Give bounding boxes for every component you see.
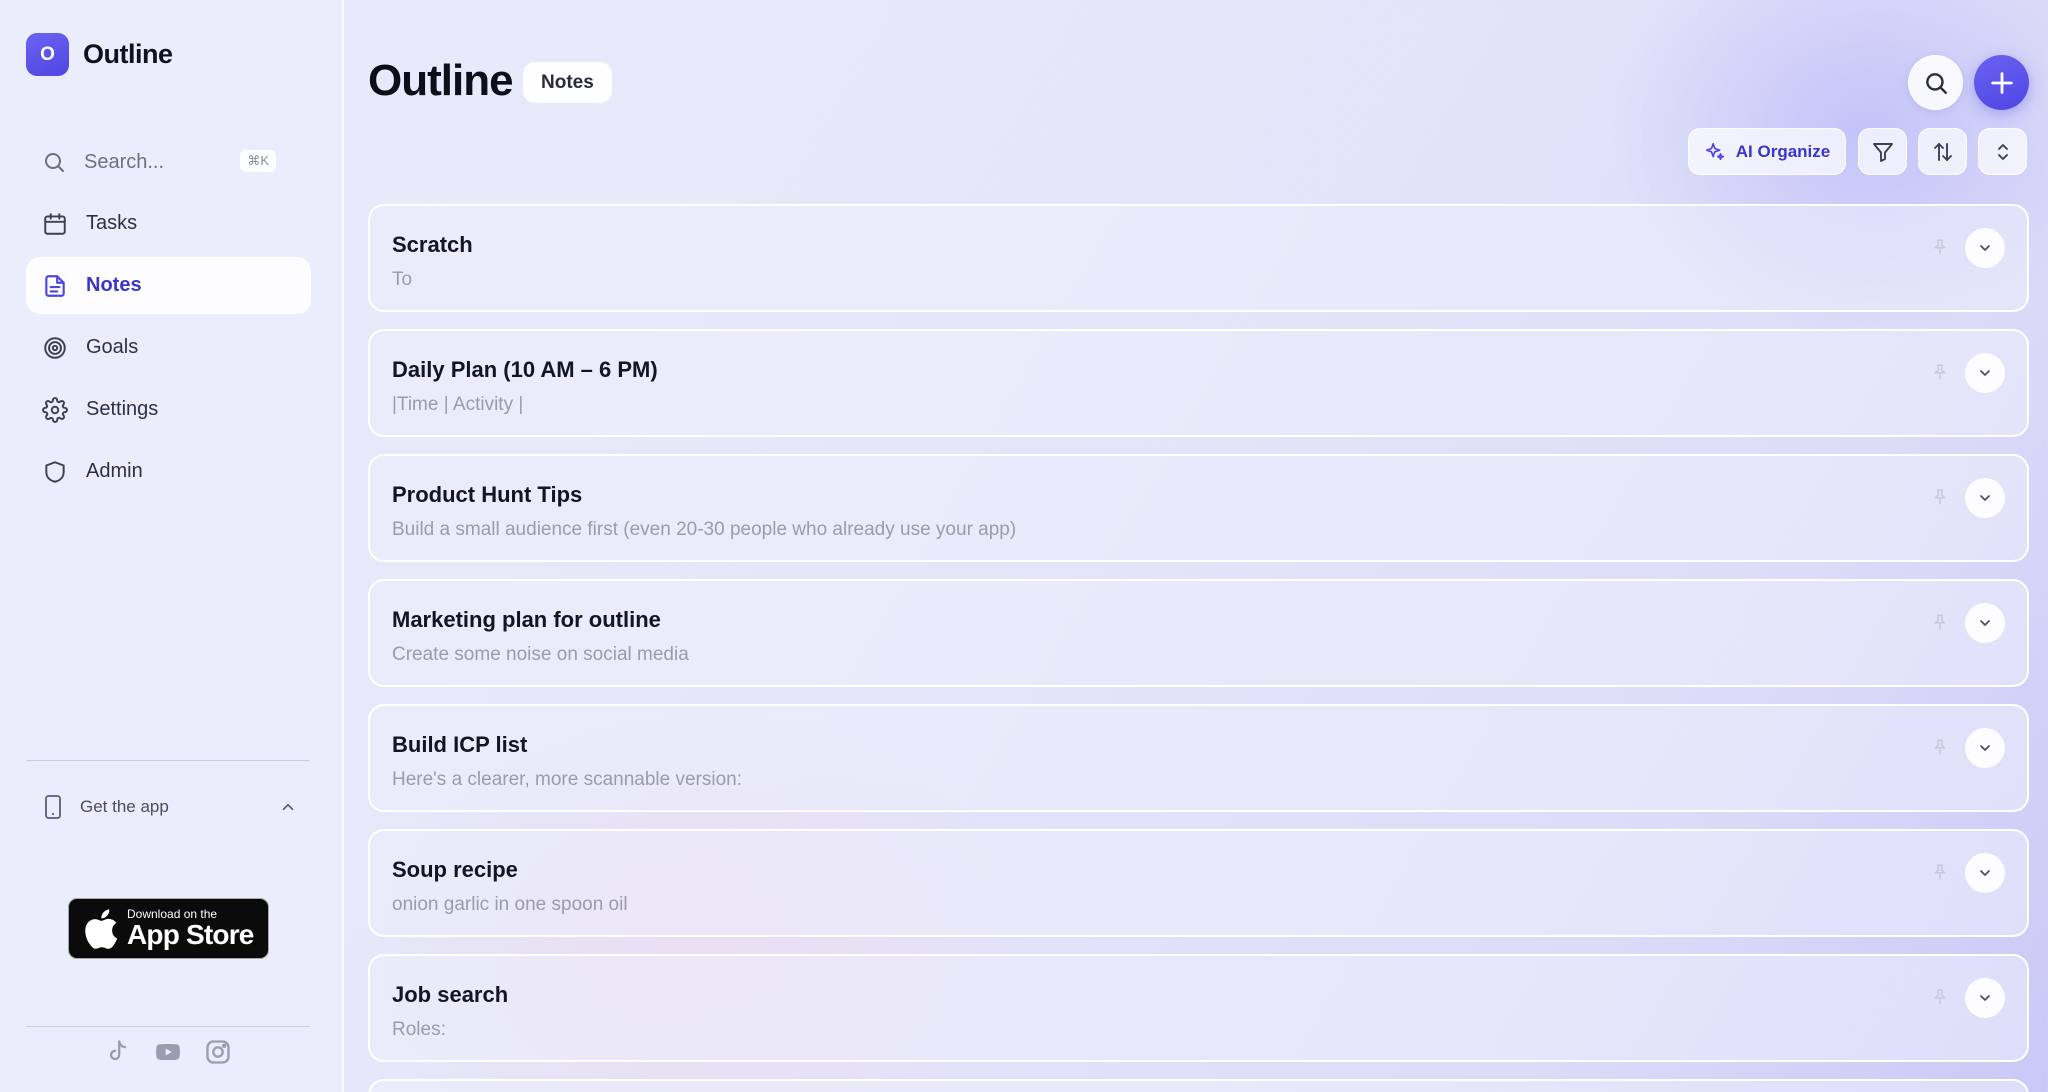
chevron-down-icon (1980, 495, 1990, 501)
social-links (104, 1038, 232, 1066)
pin-icon[interactable] (1931, 863, 1949, 881)
note-title: Build ICP list (392, 732, 528, 757)
ai-organize-button[interactable]: AI Organize (1688, 128, 1846, 175)
note-preview: Build a small audience first (even 20-30… (392, 519, 1017, 540)
target-icon (44, 336, 66, 359)
note-title: Product Hunt Tips (392, 482, 583, 507)
note-title: Daily Plan (10 AM – 6 PM) (392, 357, 658, 382)
sidebar-nav: Tasks Notes Goals Settings Admin (26, 195, 311, 505)
search-button[interactable] (1908, 55, 1963, 110)
gear-icon (42, 396, 68, 423)
note-icon (45, 274, 65, 297)
sidebar-item-label: Tasks (86, 212, 138, 234)
sidebar-item-label: Settings (86, 398, 159, 420)
chevrons-up-down-icon (1997, 143, 2008, 160)
sort-button[interactable] (1918, 128, 1967, 175)
expand-collapse-button[interactable] (1978, 128, 2027, 175)
expand-note-button[interactable] (1965, 353, 2005, 393)
note-preview: To (392, 269, 413, 290)
pin-icon[interactable] (1931, 238, 1949, 256)
note-title: Soup recipe (392, 857, 518, 882)
filter-icon (1872, 142, 1893, 162)
brand[interactable]: O Outline (26, 33, 173, 76)
sidebar-item-label: Admin (86, 460, 143, 482)
note-card[interactable]: Build ICP list Here's a clearer, more sc… (368, 704, 2029, 812)
note-title: Marketing plan for outline (392, 607, 661, 632)
search-icon (45, 153, 64, 172)
sparkles-icon (1705, 142, 1724, 160)
note-card-partial[interactable] (368, 1079, 2029, 1092)
search-placeholder: Search... (84, 150, 165, 173)
sidebar-item-goals[interactable]: Goals (26, 319, 311, 376)
expand-note-button[interactable] (1965, 478, 2005, 518)
instagram-icon[interactable] (204, 1038, 232, 1066)
shield-icon (45, 460, 65, 483)
sidebar-bottom-divider (26, 1026, 310, 1027)
search-icon (1925, 72, 1947, 94)
section-pill: Notes (523, 62, 612, 103)
sidebar-item-notes[interactable]: Notes (26, 257, 311, 314)
app-logo: O (26, 33, 69, 76)
app-store-text: Download on the App Store (127, 908, 254, 949)
chevron-down-icon (1980, 745, 1990, 751)
expand-note-button[interactable] (1965, 978, 2005, 1018)
chevron-down-icon (1980, 870, 1990, 876)
pin-icon[interactable] (1931, 988, 1949, 1006)
plus-icon (1990, 71, 2013, 94)
get-the-app-toggle[interactable]: Get the app (42, 794, 297, 820)
search-input[interactable]: Search... ⌘K (26, 140, 294, 184)
note-preview: Roles: (392, 1019, 446, 1040)
calendar-icon (44, 212, 66, 235)
note-preview: onion garlic in one spoon oil (392, 894, 628, 915)
note-title: Scratch (392, 232, 473, 257)
main-content: Outline Notes AI Organize Scratch To Dai… (368, 0, 2029, 1092)
sidebar: O Outline Search... ⌘K Tasks Notes Goals… (0, 0, 344, 1092)
tiktok-icon[interactable] (104, 1038, 132, 1066)
ai-organize-label: AI Organize (1735, 141, 1831, 161)
filter-button[interactable] (1858, 128, 1907, 175)
add-note-button[interactable] (1974, 55, 2029, 110)
expand-note-button[interactable] (1965, 853, 2005, 893)
pin-icon[interactable] (1931, 488, 1949, 506)
sidebar-divider (26, 760, 310, 761)
apple-icon (85, 908, 118, 949)
note-title: Job search (392, 982, 509, 1007)
note-card[interactable]: Soup recipe onion garlic in one spoon oi… (368, 829, 2029, 937)
chevron-down-icon (1980, 995, 1990, 1001)
note-card[interactable]: Job search Roles: (368, 954, 2029, 1062)
expand-note-button[interactable] (1965, 728, 2005, 768)
app-store-badge[interactable]: Download on the App Store (68, 898, 269, 959)
note-preview: Here's a clearer, more scannable version… (392, 769, 743, 790)
note-card[interactable]: Daily Plan (10 AM – 6 PM) |Time | Activi… (368, 329, 2029, 437)
chevron-down-icon (1980, 370, 1990, 376)
get-the-app-label: Get the app (80, 797, 169, 816)
sidebar-item-admin[interactable]: Admin (26, 443, 311, 500)
pin-icon[interactable] (1931, 613, 1949, 631)
notes-list: Scratch To Daily Plan (10 AM – 6 PM) |Ti… (368, 204, 2029, 1092)
note-preview: |Time | Activity | (392, 394, 524, 415)
note-preview: Create some noise on social media (392, 644, 689, 665)
chevron-down-icon (1980, 245, 1990, 251)
chevron-up-icon (282, 803, 294, 811)
phone-icon (45, 795, 61, 819)
sidebar-item-settings[interactable]: Settings (26, 381, 311, 438)
expand-note-button[interactable] (1965, 228, 2005, 268)
sidebar-item-tasks[interactable]: Tasks (26, 195, 311, 252)
app-name: Outline (83, 39, 173, 69)
sort-arrows-icon (1933, 142, 1952, 161)
expand-note-button[interactable] (1965, 603, 2005, 643)
sidebar-item-label: Goals (86, 336, 139, 358)
page-title: Outline (368, 56, 514, 105)
search-shortcut: ⌘K (240, 150, 276, 172)
note-card[interactable]: Marketing plan for outline Create some n… (368, 579, 2029, 687)
pin-icon[interactable] (1931, 363, 1949, 381)
note-card[interactable]: Scratch To (368, 204, 2029, 312)
pin-icon[interactable] (1931, 738, 1949, 756)
chevron-down-icon (1980, 620, 1990, 626)
youtube-icon[interactable] (154, 1038, 182, 1066)
sidebar-item-label: Notes (86, 274, 142, 296)
app-store-big-text: App Store (127, 919, 254, 950)
note-card[interactable]: Product Hunt Tips Build a small audience… (368, 454, 2029, 562)
